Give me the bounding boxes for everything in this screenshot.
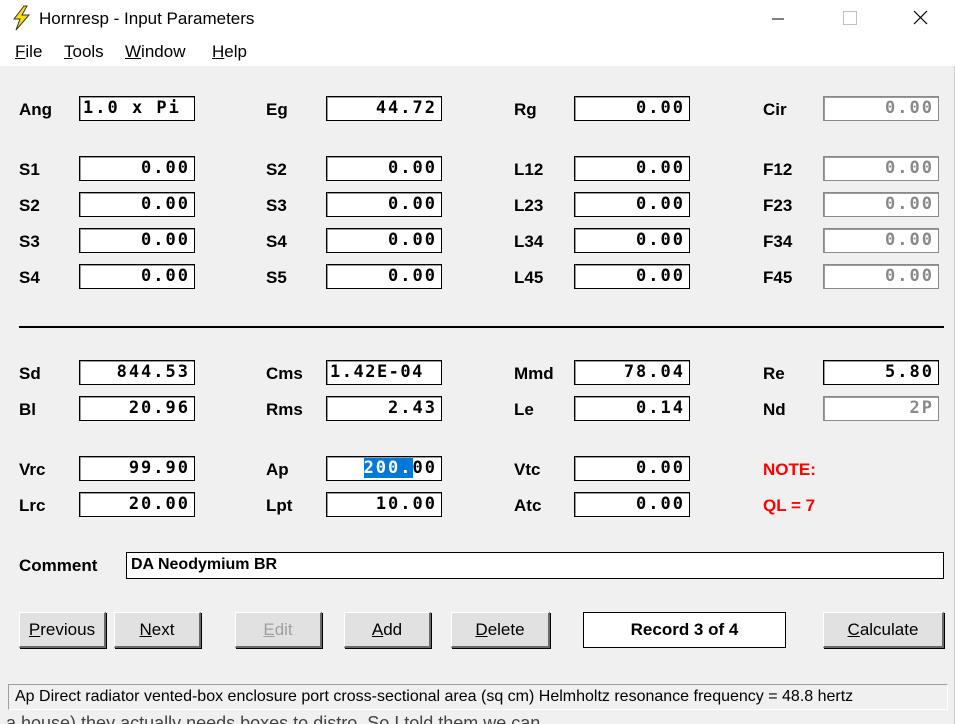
sd-label: Sd (19, 364, 41, 383)
lrc-label: Lrc (19, 496, 46, 515)
bl-field[interactable]: 20.96 (79, 396, 195, 421)
mmd-label: Mmd (514, 364, 554, 383)
vrc-field[interactable]: 99.90 (79, 456, 195, 481)
rms-label: Rms (266, 400, 303, 419)
rg-field[interactable]: 0.00 (574, 96, 690, 121)
l23-label: L23 (514, 196, 544, 215)
menu-tools[interactable]: Tools (64, 42, 104, 62)
l34-field[interactable]: 0.00 (574, 228, 690, 253)
hornresp-window: Hornresp - Input Parameters File Tools W… (0, 0, 955, 724)
maximize-button[interactable] (826, 0, 872, 38)
menu-file[interactable]: File (15, 42, 42, 62)
status-bar: Ap Direct radiator vented-box enclosure … (8, 684, 948, 710)
next-button[interactable]: Next (114, 612, 201, 648)
comment-field[interactable]: DA Neodymium BR (126, 552, 944, 579)
re-field[interactable]: 5.80 (823, 360, 939, 385)
f23-field: 0.00 (823, 192, 939, 217)
s3-field[interactable]: 0.00 (79, 228, 195, 253)
f45-label: F45 (763, 268, 793, 287)
ap-selected-text: 200. (363, 458, 413, 478)
sd-field[interactable]: 844.53 (79, 360, 195, 385)
mmd-field[interactable]: 78.04 (574, 360, 690, 385)
s2-field[interactable]: 0.00 (79, 192, 195, 217)
f34-label: F34 (763, 232, 793, 251)
atc-field[interactable]: 0.00 (574, 492, 690, 517)
l23-field[interactable]: 0.00 (574, 192, 690, 217)
close-icon (913, 10, 928, 25)
s1-field[interactable]: 0.00 (79, 156, 195, 181)
nd-field: 2P (823, 396, 939, 421)
f34-field: 0.00 (823, 228, 939, 253)
s4-field[interactable]: 0.00 (79, 264, 195, 289)
l45-field[interactable]: 0.00 (574, 264, 690, 289)
eg-label: Eg (266, 100, 288, 119)
f12-field: 0.00 (823, 156, 939, 181)
ap-field[interactable]: 200.00 (326, 456, 442, 481)
le-field[interactable]: 0.14 (574, 396, 690, 421)
s5-label: S5 (266, 268, 287, 287)
vrc-label: Vrc (19, 460, 46, 479)
s3-label: S3 (19, 232, 40, 251)
lrc-field[interactable]: 20.00 (79, 492, 195, 517)
f12-label: F12 (763, 160, 793, 179)
le-label: Le (514, 400, 534, 419)
s1-label: S1 (19, 160, 40, 179)
window-title: Hornresp - Input Parameters (39, 9, 255, 28)
rms-field[interactable]: 2.43 (326, 396, 442, 421)
ang-label: Ang (19, 100, 53, 119)
ang-field[interactable]: 1.0 x Pi (79, 96, 195, 121)
bl-label: Bl (19, 400, 36, 419)
title-bar: Hornresp - Input Parameters (0, 0, 955, 38)
l45-label: L45 (514, 268, 544, 287)
cms-label: Cms (266, 364, 303, 383)
f45-field: 0.00 (823, 264, 939, 289)
add-button[interactable]: Add (344, 612, 431, 648)
record-indicator: Record 3 of 4 (583, 612, 786, 648)
cms-field[interactable]: 1.42E-04 (326, 360, 442, 385)
note-heading: NOTE: (763, 460, 816, 479)
previous-button[interactable]: Previous (19, 612, 106, 648)
s3-label: S3 (266, 196, 287, 215)
s5-field[interactable]: 0.00 (326, 264, 442, 289)
s2-label: S2 (266, 160, 287, 179)
delete-button[interactable]: Delete (451, 612, 550, 648)
vtc-label: Vtc (514, 460, 541, 479)
nd-label: Nd (763, 400, 786, 419)
l12-label: L12 (514, 160, 544, 179)
edit-button: Edit (235, 612, 322, 648)
l34-label: L34 (514, 232, 544, 251)
minimize-button[interactable] (755, 0, 801, 38)
menu-help[interactable]: Help (212, 42, 247, 62)
maximize-icon (843, 11, 857, 25)
s2-label: S2 (19, 196, 40, 215)
lightning-bolt-icon (12, 5, 31, 31)
cir-field: 0.00 (823, 96, 939, 121)
section-divider (19, 326, 944, 328)
re-label: Re (763, 364, 785, 383)
calculate-button[interactable]: Calculate (823, 612, 944, 648)
minimize-icon (772, 18, 784, 20)
l12-field[interactable]: 0.00 (574, 156, 690, 181)
f23-label: F23 (763, 196, 793, 215)
cir-label: Cir (763, 100, 787, 119)
ap-label: Ap (266, 460, 289, 479)
eg-field[interactable]: 44.72 (326, 96, 442, 121)
comment-label: Comment (19, 556, 98, 575)
vtc-field[interactable]: 0.00 (574, 456, 690, 481)
rg-label: Rg (514, 100, 537, 119)
s4-label: S4 (266, 232, 287, 251)
menu-window[interactable]: Window (125, 42, 185, 62)
s4-label: S4 (19, 268, 40, 287)
s3-field[interactable]: 0.00 (326, 192, 442, 217)
atc-label: Atc (514, 496, 542, 515)
lpt-label: Lpt (266, 496, 293, 515)
menu-bar: File Tools Window Help (0, 38, 955, 66)
s2-field[interactable]: 0.00 (326, 156, 442, 181)
close-button[interactable] (897, 0, 943, 38)
background-document-text: a house) they actually needs boxes to di… (6, 713, 541, 724)
s4-field[interactable]: 0.00 (326, 228, 442, 253)
note-text: QL = 7 (763, 496, 816, 515)
lpt-field[interactable]: 10.00 (326, 492, 442, 517)
